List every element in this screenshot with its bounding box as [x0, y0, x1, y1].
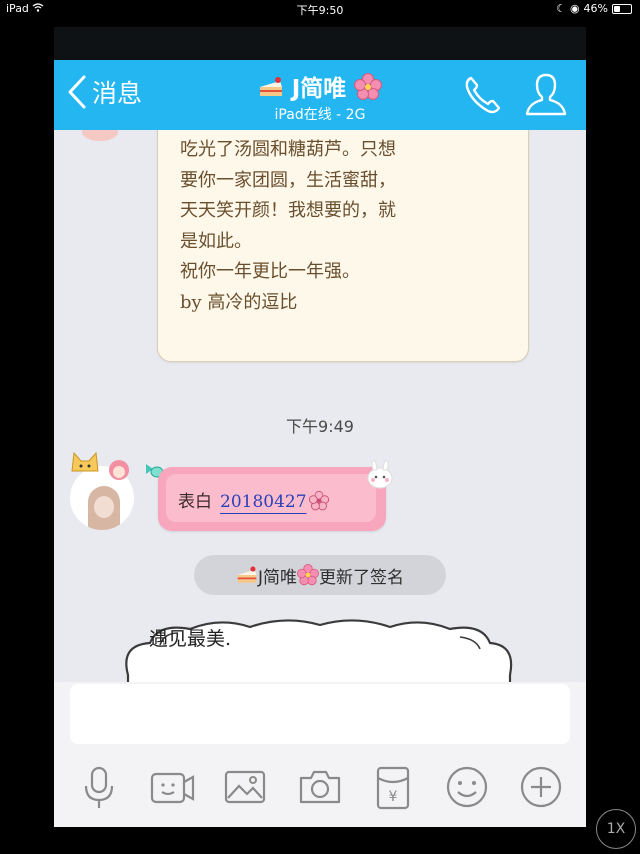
- doll-icon: [109, 460, 129, 480]
- bunny-icon: [367, 460, 393, 489]
- message-list[interactable]: 吃光了汤圆和糖葫芦。只想 要你一家团圆，生活蜜甜， 天天笑开颜！我想要的，就 是如此。…: [54, 130, 586, 682]
- system-notice-text: 更新了签名: [319, 567, 404, 588]
- phone-icon[interactable]: [462, 74, 504, 116]
- letter-line: by 高冷的逗比: [180, 291, 298, 313]
- input-panel: ¥: [54, 682, 586, 827]
- message-input[interactable]: [70, 684, 570, 744]
- letter-line: 是如此。: [180, 230, 252, 252]
- letter-line: 要你一家团圆，生活蜜甜，: [180, 169, 396, 191]
- moon-icon: ☾: [556, 2, 566, 15]
- status-right: ☾ ◉ 46%: [556, 2, 632, 15]
- video-icon: [150, 772, 195, 804]
- voice-button[interactable]: [76, 764, 122, 810]
- cat-hat-icon: [71, 451, 99, 472]
- cake-icon: [237, 566, 257, 583]
- chat-title-name: J简唯: [291, 76, 347, 102]
- battery-fill: [614, 5, 621, 12]
- chat-window: 消息 J简唯 iPad在线 - 2G 吃光了汤圆和糖葫芦。只想 要你一家团圆，生活…: [54, 27, 586, 827]
- zoom-1x-button[interactable]: 1X: [596, 809, 636, 849]
- avatar-face: [94, 496, 114, 518]
- system-notice-name: J简唯: [257, 567, 297, 588]
- letter-line: 祝你一年更比一年强。: [180, 261, 360, 282]
- red-packet-button[interactable]: ¥: [370, 764, 416, 810]
- battery-icon: [612, 3, 632, 14]
- top-band: [54, 27, 586, 60]
- signature-text: 遇见最美.: [149, 628, 232, 650]
- status-bar: iPad 下午9:50 ☾ ◉ 46%: [0, 0, 640, 18]
- more-button[interactable]: [518, 764, 564, 810]
- lock-rotation-icon: ◉: [569, 2, 580, 15]
- video-button[interactable]: [149, 764, 195, 810]
- pink-message-link[interactable]: 20180427: [220, 492, 307, 512]
- svg-text:¥: ¥: [389, 789, 398, 805]
- input-toolbar: ¥: [54, 764, 586, 814]
- sakura-icon: [308, 491, 329, 511]
- emoji-icon: [446, 766, 488, 808]
- plus-icon: [520, 766, 562, 808]
- letter-text: 吃光了汤圆和糖葫芦。只想 要你一家团圆，生活蜜甜， 天天笑开颜！我想要的，就 是如此。…: [180, 135, 518, 318]
- letter-line: 吃光了汤圆和糖葫芦。只想: [180, 139, 396, 160]
- online-status: iPad在线 - 2G: [274, 107, 366, 123]
- sakura-icon: [354, 73, 383, 100]
- battery-percent: 46%: [583, 2, 608, 15]
- pink-message-bubble[interactable]: 表白 20180427: [158, 467, 386, 531]
- camera-button[interactable]: [297, 764, 343, 810]
- pink-message-text: 表白 20180427: [178, 487, 329, 512]
- emoji-button[interactable]: [444, 764, 490, 810]
- profile-icon[interactable]: [524, 71, 568, 117]
- letter-line: 天天笑开颜！我想要的，就: [180, 200, 396, 221]
- pink-message-prefix: 表白: [178, 492, 212, 512]
- letter-card-message[interactable]: 吃光了汤圆和糖葫芦。只想 要你一家团圆，生活蜜甜， 天天笑开颜！我想要的，就 是如此。…: [157, 130, 529, 362]
- chat-title[interactable]: J简唯: [54, 69, 586, 103]
- partial-avatar-icon: [82, 130, 118, 141]
- camera-icon: [299, 770, 341, 804]
- avatar[interactable]: [68, 451, 138, 530]
- system-notice: J简唯 更新了签名: [194, 555, 446, 595]
- image-button[interactable]: [222, 764, 268, 810]
- nav-bar: 消息 J简唯 iPad在线 - 2G: [54, 60, 586, 130]
- sakura-icon: [297, 564, 319, 586]
- message-timestamp: 下午9:49: [286, 417, 354, 436]
- status-time: 下午9:50: [296, 4, 344, 17]
- red-packet-icon: ¥: [376, 766, 410, 810]
- voice-icon: [84, 766, 114, 808]
- image-icon: [224, 770, 266, 804]
- cake-icon: [259, 77, 282, 96]
